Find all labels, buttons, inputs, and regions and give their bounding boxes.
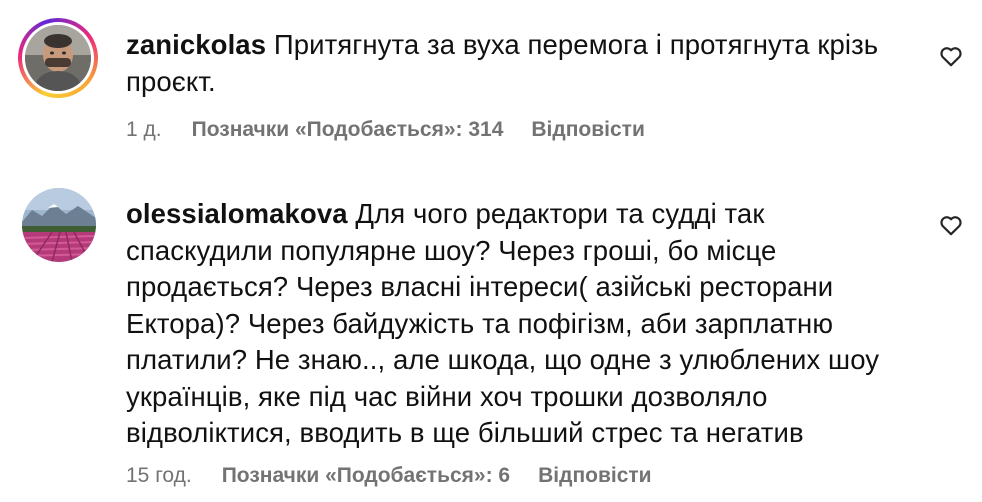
comment-item: olessialomakova Для чого редактори та су… [0,170,982,502]
comment-username[interactable]: olessialomakova [126,198,348,229]
avatar-photo [25,25,91,91]
avatar[interactable] [25,25,91,91]
comment-likes-count[interactable]: Позначки «Подобається»: 314 [192,118,504,142]
reply-button[interactable]: Відповісти [538,464,651,488]
comment-text-block: olessialomakova Для чого редактори та су… [126,196,916,452]
avatar[interactable] [22,188,96,262]
reply-button[interactable]: Відповісти [531,118,644,142]
comment-item: zanickolas Притягнута за вуха перемога і… [0,0,982,170]
comment-body: Для чого редактори та судді так спаскуди… [126,198,880,448]
comment-timestamp[interactable]: 1 д. [126,118,162,142]
comment-meta: 1 д. Позначки «Подобається»: 314 Відпові… [126,118,645,142]
avatar-story-ring[interactable] [18,18,98,98]
comment-username[interactable]: zanickolas [126,29,266,60]
comment-text-block: zanickolas Притягнута за вуха перемога і… [126,27,886,100]
comment-timestamp[interactable]: 15 год. [126,464,192,488]
avatar-photo-wrap [22,188,96,262]
comment-meta: 15 год. Позначки «Подобається»: 6 Відпов… [126,464,652,488]
avatar-photo [22,188,96,262]
heart-outline-icon[interactable] [938,43,964,69]
heart-outline-icon[interactable] [938,212,964,238]
comment-likes-count[interactable]: Позначки «Подобається»: 6 [222,464,510,488]
